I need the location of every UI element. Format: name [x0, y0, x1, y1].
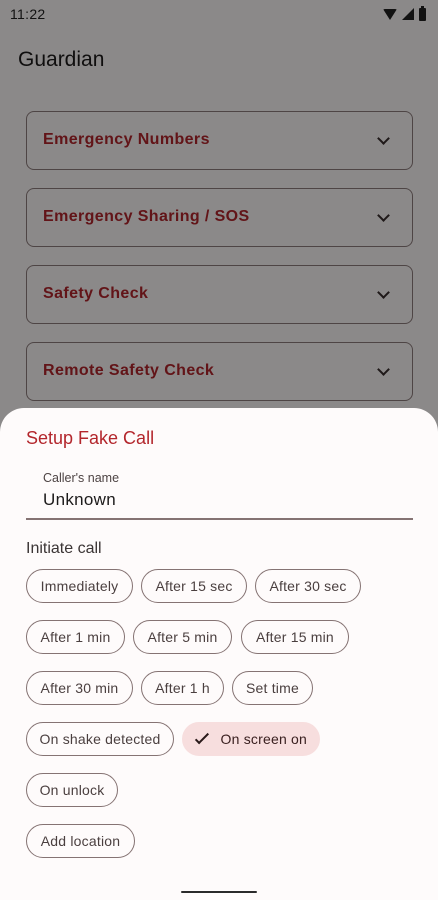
chip-set-time[interactable]: Set time: [232, 671, 313, 705]
gesture-nav-handle[interactable]: [181, 891, 257, 893]
chip-after-15-min[interactable]: After 15 min: [241, 620, 349, 654]
chip-after-30-min[interactable]: After 30 min: [26, 671, 133, 705]
caller-name-underline: [26, 518, 413, 520]
chip-after-15-sec[interactable]: After 15 sec: [141, 569, 247, 603]
sheet-title: Setup Fake Call: [26, 428, 155, 448]
chip-on-shake-detected[interactable]: On shake detected: [26, 722, 174, 756]
add-location-button[interactable]: Add location: [26, 824, 135, 858]
initiate-call-label: Initiate call: [26, 540, 102, 557]
chip-after-30-sec[interactable]: After 30 sec: [255, 569, 361, 603]
chip-label: On screen on: [220, 731, 307, 747]
chip-immediately[interactable]: Immediately: [26, 569, 133, 603]
caller-name-input[interactable]: [43, 490, 403, 510]
chip-after-5-min[interactable]: After 5 min: [133, 620, 232, 654]
chip-after-1-min[interactable]: After 1 min: [26, 620, 125, 654]
chip-on-screen-on[interactable]: On screen on: [182, 722, 320, 756]
caller-name-label: Caller's name: [43, 471, 120, 485]
check-icon: [194, 730, 209, 744]
chip-on-unlock[interactable]: On unlock: [26, 773, 118, 807]
chip-after-1-h[interactable]: After 1 h: [141, 671, 224, 705]
fake-call-bottom-sheet: Setup Fake Call Caller's name Initiate c…: [0, 408, 438, 900]
